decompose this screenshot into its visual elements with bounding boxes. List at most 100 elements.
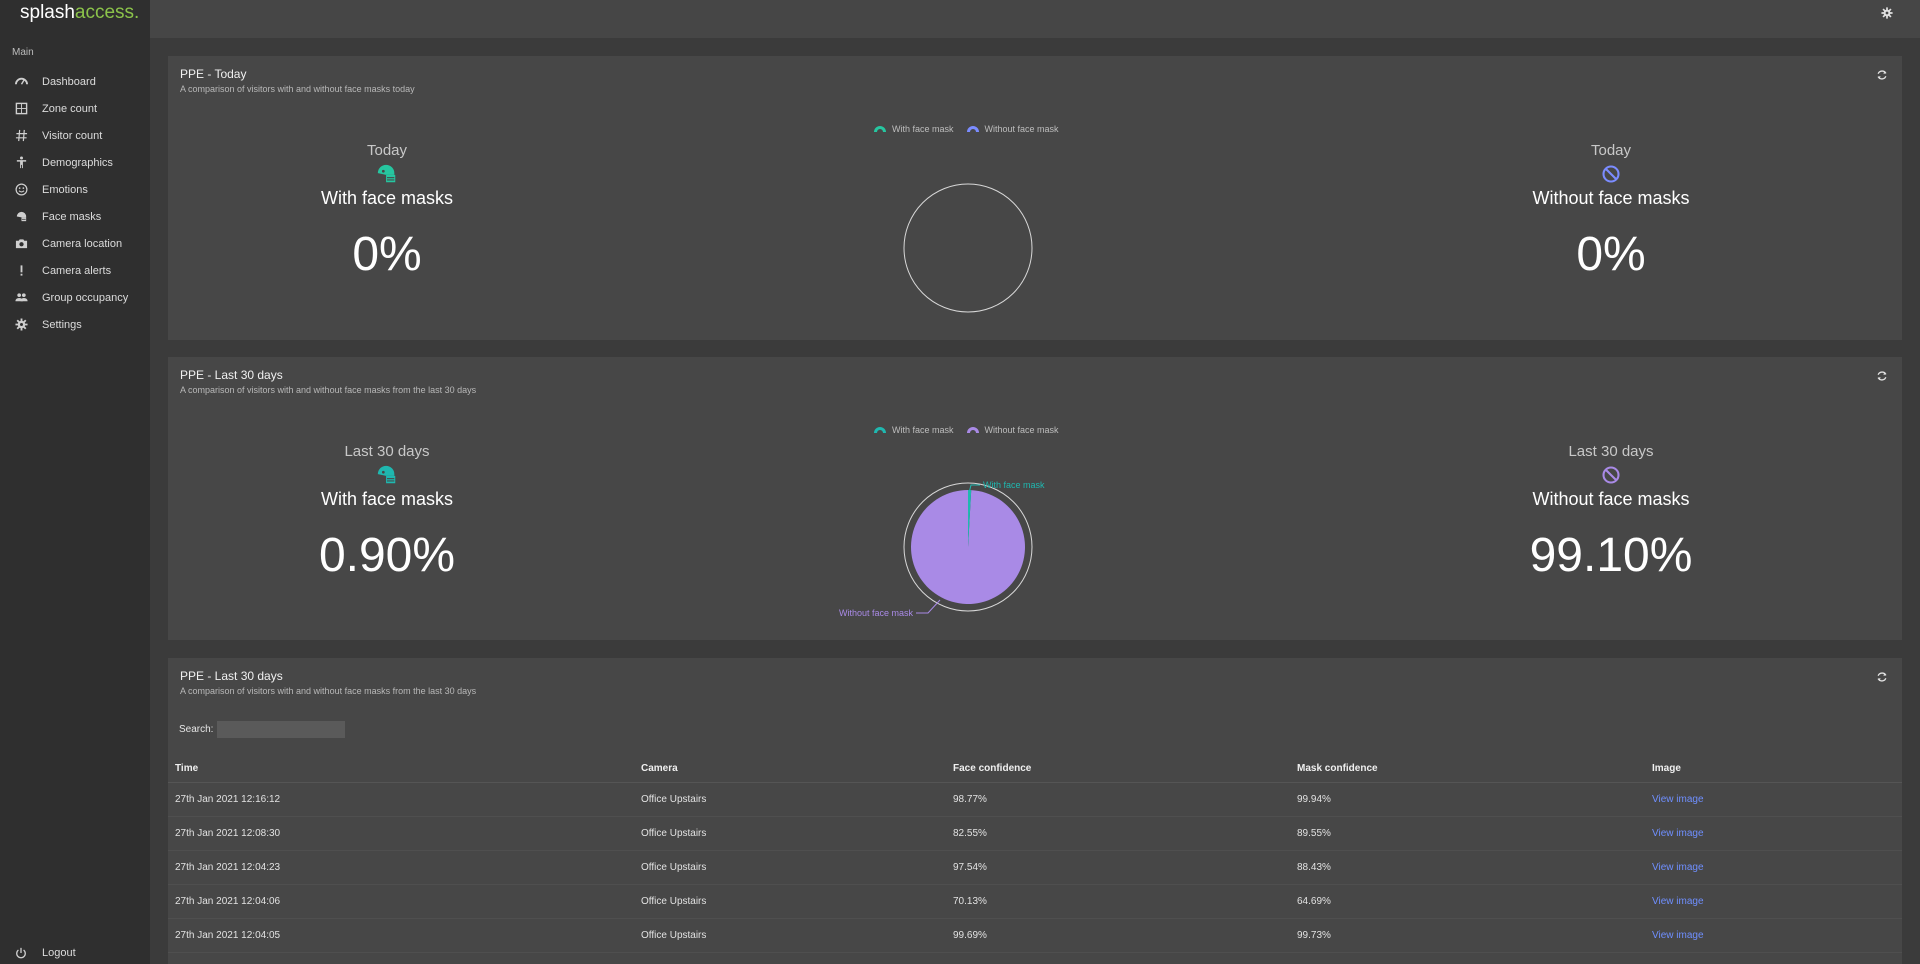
legend-item-with-mask[interactable]: With face mask	[873, 124, 954, 134]
cell-time: 27th Jan 2021 12:04:23	[168, 850, 634, 885]
view-image-link[interactable]: View image	[1652, 828, 1704, 839]
top-bar	[150, 0, 1920, 38]
stat-period: Today	[366, 142, 408, 159]
pie-label-without: Without face mask	[839, 608, 914, 618]
legend-swatch-without	[966, 427, 979, 433]
pie-chart-last30: With face mask Without face mask	[839, 480, 1045, 618]
group-icon	[14, 291, 28, 305]
sidebar-item-face-masks[interactable]: Face masks	[0, 203, 150, 230]
table-header-row: Time Camera Face confidence Mask confide…	[168, 756, 1902, 783]
cell-camera: Office Upstairs	[634, 850, 946, 885]
ppe-today-panel: PPE - Today A comparison of visitors wit…	[168, 56, 1902, 340]
stat-value: 0%	[1576, 228, 1646, 281]
stat-period: Last 30 days	[1568, 443, 1654, 460]
refresh-icon[interactable]	[1876, 68, 1888, 80]
refresh-icon[interactable]	[1876, 369, 1888, 381]
sidebar-item-label: Camera location	[42, 237, 123, 250]
ppe-last30-panel: PPE - Last 30 days A comparison of visit…	[168, 357, 1902, 640]
cell-camera: Office Upstairs	[634, 918, 946, 953]
cell-face-confidence: 70.13%	[946, 884, 1290, 919]
sidebar-item-demographics[interactable]: Demographics	[0, 149, 150, 176]
sidebar-item-label: Camera alerts	[42, 264, 112, 277]
stat-label: With face masks	[320, 188, 454, 208]
sidebar-item-group-occupancy[interactable]: Group occupancy	[0, 284, 150, 311]
power-icon	[14, 946, 28, 960]
stat-label: Without face masks	[1532, 489, 1690, 509]
legend-swatch-with	[874, 427, 886, 433]
legend-item-without-mask[interactable]: Without face mask	[966, 124, 1059, 134]
ppe-table-panel: PPE - Last 30 days A comparison of visit…	[168, 658, 1902, 964]
camera-icon	[14, 237, 28, 251]
logout-button[interactable]: Logout	[0, 942, 150, 964]
table-row: 27th Jan 2021 12:16:12 Office Upstairs 9…	[168, 782, 1902, 817]
cell-camera: Office Upstairs	[634, 884, 946, 919]
sidebar-item-label: Zone count	[42, 102, 98, 115]
detections-table: Time Camera Face confidence Mask confide…	[168, 756, 1902, 953]
cell-mask-confidence: 99.94%	[1290, 782, 1645, 817]
view-image-link[interactable]: View image	[1652, 794, 1704, 805]
sidebar-section-label: Main	[12, 47, 34, 58]
pie-label-with: With face mask	[983, 480, 1045, 490]
legend-swatch-with	[874, 126, 886, 132]
sidebar-item-label: Group occupancy	[42, 291, 129, 304]
sidebar-item-settings[interactable]: Settings	[0, 311, 150, 338]
cell-camera: Office Upstairs	[634, 816, 946, 851]
logo-accent: access.	[74, 2, 140, 23]
legend-label: Without face mask	[984, 425, 1059, 435]
face-mask-icon	[14, 210, 28, 224]
column-header-mask-confidence[interactable]: Mask confidence	[1290, 756, 1645, 783]
sidebar-item-camera-location[interactable]: Camera location	[0, 230, 150, 257]
cell-time: 27th Jan 2021 12:04:06	[168, 884, 634, 919]
last30-without-mask-stat: Last 30 days Without face masks 99.10%	[1461, 443, 1761, 584]
chart-legend: With face mask Without face mask	[873, 124, 1059, 134]
app-logo[interactable]: splashaccess.	[20, 2, 139, 24]
face-mask-icon	[237, 162, 537, 186]
pie-leader-without	[916, 599, 941, 614]
legend-label: With face mask	[892, 425, 954, 435]
column-header-time[interactable]: Time	[168, 756, 634, 783]
panel-subtitle: A comparison of visitors with and withou…	[180, 686, 477, 696]
settings-gear-icon[interactable]	[1881, 6, 1893, 19]
cell-face-confidence: 98.77%	[946, 782, 1290, 817]
legend-label: With face mask	[892, 124, 954, 134]
legend-item-without-mask[interactable]: Without face mask	[966, 425, 1059, 435]
cell-face-confidence: 99.69%	[946, 918, 1290, 953]
sidebar: splashaccess. Main Dashboard Zone count …	[0, 0, 150, 964]
sidebar-item-visitor-count[interactable]: Visitor count	[0, 122, 150, 149]
chart-legend: With face mask Without face mask	[873, 425, 1059, 435]
cell-time: 27th Jan 2021 12:16:12	[168, 782, 634, 817]
panel-title: PPE - Last 30 days	[180, 669, 283, 683]
column-header-camera[interactable]: Camera	[634, 756, 946, 783]
sidebar-item-label: Emotions	[42, 183, 88, 196]
view-image-link[interactable]: View image	[1652, 862, 1704, 873]
sidebar-item-label: Visitor count	[42, 129, 103, 142]
column-header-face-confidence[interactable]: Face confidence	[946, 756, 1290, 783]
face-mask-icon	[237, 463, 537, 487]
view-image-link[interactable]: View image	[1652, 930, 1704, 941]
cell-mask-confidence: 64.69%	[1290, 884, 1645, 919]
cell-mask-confidence: 99.73%	[1290, 918, 1645, 953]
sidebar-item-emotions[interactable]: Emotions	[0, 176, 150, 203]
exclamation-icon	[14, 264, 28, 278]
column-header-image[interactable]: Image	[1645, 756, 1902, 783]
cell-face-confidence: 82.55%	[946, 816, 1290, 851]
refresh-icon[interactable]	[1876, 670, 1888, 682]
stat-label: With face masks	[320, 489, 454, 509]
smiley-icon	[14, 183, 28, 197]
dashboard-icon	[14, 75, 28, 89]
panel-subtitle: A comparison of visitors with and withou…	[180, 385, 477, 395]
sidebar-item-camera-alerts[interactable]: Camera alerts	[0, 257, 150, 284]
sidebar-item-zone-count[interactable]: Zone count	[0, 95, 150, 122]
sidebar-item-label: Settings	[42, 318, 82, 331]
legend-item-with-mask[interactable]: With face mask	[873, 425, 954, 435]
stat-value: 99.10%	[1529, 529, 1693, 582]
table-search: Search:	[179, 721, 346, 738]
panel-title: PPE - Last 30 days	[180, 368, 283, 382]
search-input[interactable]	[217, 721, 346, 738]
today-without-mask-stat: Today Without face masks 0%	[1461, 142, 1761, 283]
sidebar-item-dashboard[interactable]: Dashboard	[0, 68, 150, 95]
view-image-link[interactable]: View image	[1652, 896, 1704, 907]
panel-title: PPE - Today	[180, 67, 247, 81]
pie-chart-today	[903, 183, 1033, 313]
cell-time: 27th Jan 2021 12:04:05	[168, 918, 634, 953]
